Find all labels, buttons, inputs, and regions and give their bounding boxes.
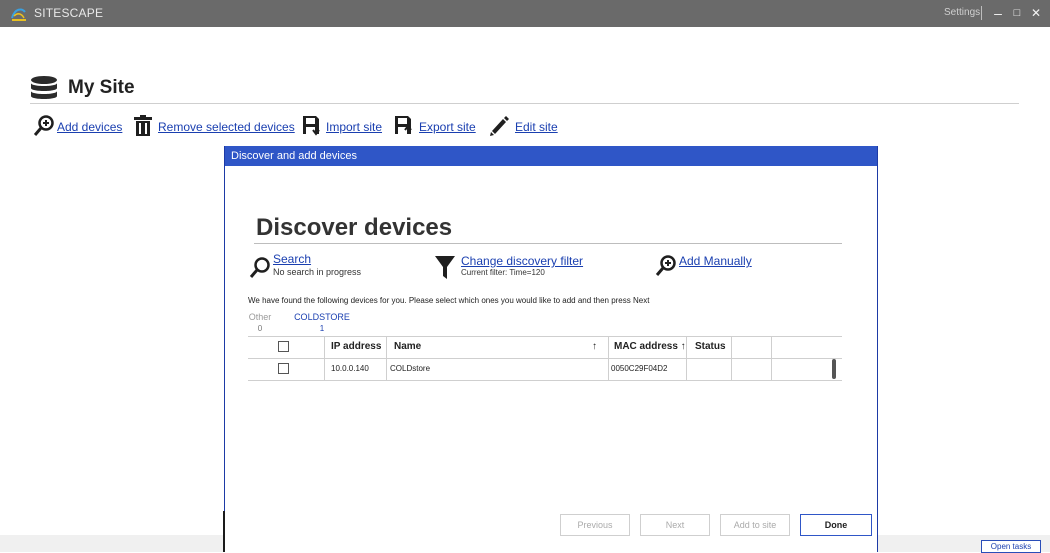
remove-selected-devices-button[interactable]: Remove selected devices	[133, 114, 295, 140]
group-tab-count: 1	[319, 324, 325, 333]
export-site-button[interactable]: Export site	[394, 114, 476, 140]
settings-link[interactable]: Settings	[944, 7, 980, 18]
column-divider	[608, 336, 609, 380]
column-header-ip[interactable]: IP address	[331, 336, 381, 358]
add-search-icon	[655, 255, 676, 276]
change-filter-action[interactable]: Change discovery filter Current filter: …	[435, 254, 595, 282]
filter-icon	[435, 256, 455, 279]
discover-dialog: Discover and add devices Discover device…	[223, 146, 878, 552]
devices-table: IP address Name ↑ MAC address ↑ Status 1…	[248, 336, 842, 381]
next-button[interactable]: Next	[640, 514, 710, 536]
export-site-label: Export site	[419, 120, 476, 134]
trash-icon	[134, 115, 152, 136]
row-checkbox[interactable]	[278, 363, 289, 374]
change-filter-link[interactable]: Change discovery filter	[461, 254, 583, 268]
column-divider	[771, 336, 772, 380]
row-mac: 0050C29F04D2	[611, 364, 668, 373]
add-devices-label: Add devices	[57, 120, 123, 134]
table-scrollbar[interactable]	[832, 359, 836, 379]
import-site-button[interactable]: Import site	[302, 114, 382, 140]
database-icon	[31, 76, 57, 99]
edit-site-label: Edit site	[515, 120, 558, 134]
app-titlebar: SITESCAPE Settings – □ ✕	[0, 0, 1050, 27]
search-link[interactable]: Search	[273, 252, 311, 266]
open-tasks-button[interactable]: Open tasks	[981, 540, 1041, 553]
group-tab-coldstore[interactable]: COLDSTORE 1	[294, 312, 350, 333]
column-header-status[interactable]: Status	[695, 336, 726, 358]
name-sort-arrow-icon[interactable]: ↑	[592, 336, 597, 358]
pencil-icon	[490, 116, 509, 136]
close-button[interactable]: ✕	[1027, 3, 1045, 23]
dialog-titlebar: Discover and add devices	[225, 146, 877, 166]
row-ip: 10.0.0.140	[331, 364, 369, 373]
discover-heading: Discover devices	[256, 214, 453, 241]
column-divider	[386, 336, 387, 380]
add-devices-button[interactable]: Add devices	[34, 114, 123, 140]
column-header-mac[interactable]: MAC address ↑	[614, 336, 686, 358]
export-icon	[395, 116, 412, 134]
add-manually-link[interactable]: Add Manually	[679, 254, 752, 268]
add-manually-action[interactable]: Add Manually	[655, 252, 765, 278]
site-title: My Site	[68, 77, 135, 98]
remove-selected-devices-label: Remove selected devices	[158, 120, 295, 134]
group-tab-other[interactable]: Other 0	[248, 312, 272, 333]
group-tab-name: COLDSTORE	[294, 312, 350, 322]
add-search-icon	[34, 115, 54, 136]
search-icon	[249, 257, 270, 278]
column-divider	[686, 336, 687, 380]
group-tab-count: 0	[257, 324, 263, 333]
column-header-name[interactable]: Name	[394, 336, 421, 358]
dialog-title: Discover and add devices	[231, 150, 357, 162]
column-divider	[731, 336, 732, 380]
import-site-label: Import site	[326, 120, 383, 134]
table-row-border	[248, 380, 842, 381]
group-tab-name: Other	[248, 312, 272, 322]
sitescape-logo-icon	[11, 8, 26, 21]
column-divider	[324, 336, 325, 380]
previous-button[interactable]: Previous	[560, 514, 630, 536]
maximize-button[interactable]: □	[1008, 3, 1026, 23]
titlebar-divider	[981, 6, 982, 20]
import-icon	[303, 116, 320, 136]
select-all-checkbox[interactable]	[278, 341, 289, 352]
found-devices-message: We have found the following devices for …	[248, 296, 650, 305]
heading-divider	[254, 243, 842, 244]
row-name: COLDstore	[390, 364, 431, 373]
edit-site-button[interactable]: Edit site	[489, 114, 559, 140]
done-button[interactable]: Done	[800, 514, 872, 536]
app-name: SITESCAPE	[34, 6, 104, 20]
search-status: No search in progress	[273, 267, 362, 277]
search-action[interactable]: Search No search in progress	[249, 252, 389, 280]
dialog-edge-accent	[223, 511, 225, 552]
header-divider	[30, 103, 1019, 104]
current-filter: Current filter: Time=120	[461, 268, 545, 277]
add-to-site-button[interactable]: Add to site	[720, 514, 790, 536]
minimize-button[interactable]: –	[989, 3, 1007, 23]
